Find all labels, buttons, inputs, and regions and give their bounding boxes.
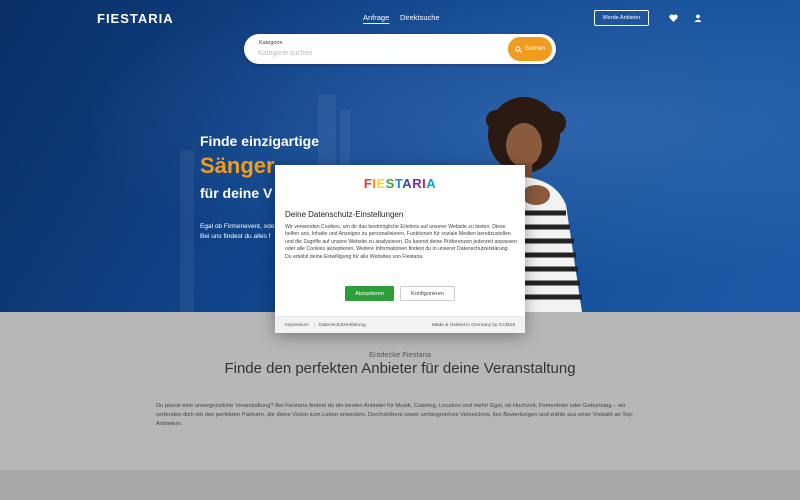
modal-title: Deine Datenschutz-Einstellungen bbox=[285, 210, 404, 219]
logo-letter: S bbox=[385, 176, 395, 191]
hero-highlight: Sänger bbox=[200, 153, 275, 178]
search-button[interactable]: Suchen bbox=[508, 37, 552, 61]
cookie-consent-modal: FIESTARIA Deine Datenschutz-Einstellunge… bbox=[275, 165, 525, 333]
modal-footer: Impressum | Datenschutzerklärung Made & … bbox=[275, 316, 525, 333]
hero-description: Egal ob Firmenevent, ode Bei uns findest… bbox=[200, 222, 280, 242]
hosted-by-text: Made & Hosted in Germany by CCM19 bbox=[431, 323, 515, 328]
hero-description-line: Bei uns findest du alles f bbox=[200, 233, 271, 240]
section-title: Finde den perfekten Anbieter für deine V… bbox=[224, 360, 576, 377]
search-label: Kategorie bbox=[259, 40, 283, 46]
become-provider-button[interactable]: Werde Anbieter bbox=[594, 10, 649, 26]
hero-subheadline: für deine V bbox=[200, 185, 273, 201]
privacy-link[interactable]: Datenschutzerklärung bbox=[319, 323, 366, 328]
footer-separator: | bbox=[314, 323, 316, 328]
impressum-link[interactable]: Impressum bbox=[285, 323, 309, 328]
search-input[interactable] bbox=[258, 48, 488, 58]
nav-anfrage[interactable]: Anfrage bbox=[363, 13, 389, 22]
hero-headline: Finde einzigartige bbox=[200, 133, 320, 149]
search-icon bbox=[514, 45, 522, 53]
footer-band bbox=[0, 470, 800, 500]
section-text: Du planst eine unvergessliche Veranstalt… bbox=[156, 403, 634, 427]
search-bar: Kategorie Suchen bbox=[244, 34, 556, 64]
section-eyebrow: Entdecke Fiestaria bbox=[368, 350, 432, 359]
logo-letter: A bbox=[402, 176, 413, 191]
logo-letter: E bbox=[376, 176, 386, 191]
logo-letter: A bbox=[426, 176, 437, 191]
hero-description-line: Egal ob Firmenevent, ode bbox=[200, 223, 275, 230]
modal-logo: FIESTARIA bbox=[275, 176, 525, 191]
hero-decor bbox=[180, 150, 194, 312]
site-logo[interactable]: FIESTARIA bbox=[97, 11, 174, 26]
modal-body: Wir verwenden Cookies, um dir das bestmö… bbox=[285, 224, 517, 260]
heart-icon[interactable] bbox=[665, 10, 681, 26]
configure-button[interactable]: Konfigurieren bbox=[400, 286, 455, 301]
search-button-label: Suchen bbox=[524, 46, 546, 52]
accept-button[interactable]: Akzeptieren bbox=[345, 286, 394, 301]
nav-direktsuche[interactable]: Direktsuche bbox=[400, 13, 440, 22]
logo-letter: R bbox=[412, 176, 423, 191]
user-icon[interactable] bbox=[690, 10, 706, 26]
content-section bbox=[0, 312, 800, 470]
